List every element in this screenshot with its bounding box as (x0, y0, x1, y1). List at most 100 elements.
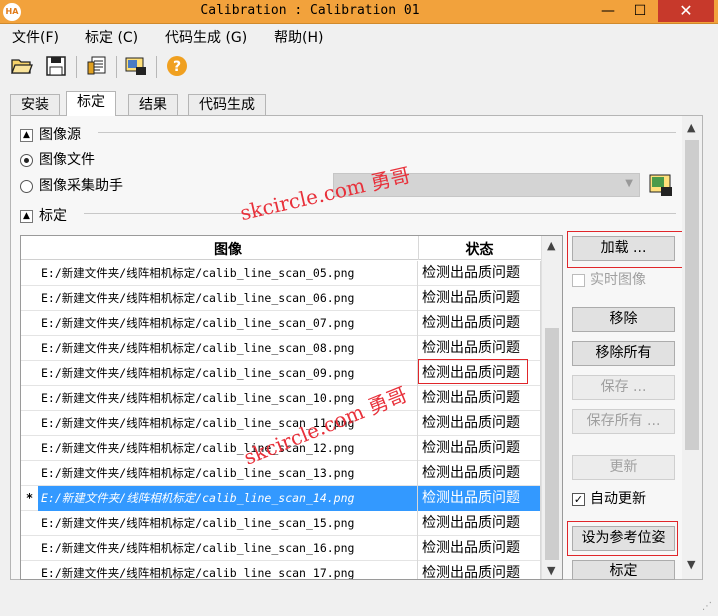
cell-status[interactable]: 检测出品质问题 (418, 436, 541, 461)
column-header-image[interactable]: 图像 (38, 239, 418, 259)
scroll-up-icon[interactable]: ▲ (547, 239, 555, 252)
acquisition-assistant-icon[interactable] (648, 172, 674, 198)
settings-list-icon[interactable] (85, 54, 109, 78)
menu-help[interactable]: 帮助(H) (274, 27, 323, 47)
radio-icon[interactable] (20, 179, 33, 193)
cell-image-path[interactable]: E:/新建文件夹/线阵相机标定/calib_line_scan_07.png (38, 311, 418, 336)
scrollbar-thumb[interactable] (685, 140, 699, 450)
cell-status[interactable]: 检测出品质问题 (418, 461, 541, 486)
cell-status[interactable]: 检测出品质问题 (418, 536, 541, 561)
cell-status[interactable]: 检测出品质问题 (418, 311, 541, 336)
minimize-button[interactable]: — (593, 0, 623, 22)
table-row[interactable]: E:/新建文件夹/线阵相机标定/calib_line_scan_16.png 检测… (21, 536, 541, 561)
cell-image-path[interactable]: E:/新建文件夹/线阵相机标定/calib_line_scan_17.png (38, 561, 418, 579)
menu-code-generation[interactable]: 代码生成 (G) (165, 27, 247, 47)
toolbar-separator (156, 56, 157, 78)
cell-image-path[interactable]: E:/新建文件夹/线阵相机标定/calib_line_scan_12.png (38, 436, 418, 461)
radio-image-file[interactable]: 图像文件 (20, 149, 95, 169)
table-row[interactable]: E:/新建文件夹/线阵相机标定/calib_line_scan_13.png 检测… (21, 461, 541, 486)
chevron-down-icon: ▼ (625, 178, 633, 189)
scrollbar-thumb[interactable] (545, 328, 559, 560)
cell-image-path[interactable]: E:/新建文件夹/线阵相机标定/calib_line_scan_15.png (38, 511, 418, 536)
calibrate-button[interactable]: 标定 (572, 560, 675, 580)
radio-image-assistant[interactable]: 图像采集助手 (20, 175, 123, 195)
image-source-header[interactable]: ▲ 图像源 (20, 124, 81, 144)
table-row[interactable]: E:/新建文件夹/线阵相机标定/calib_line_scan_05.png 检测… (21, 261, 541, 286)
tab-calibration[interactable]: 标定 (66, 91, 116, 116)
cell-status[interactable]: 检测出品质问题 (418, 386, 541, 411)
table-header: 图像 状态 (21, 236, 562, 260)
table-row[interactable]: E:/新建文件夹/线阵相机标定/calib_line_scan_10.png 检测… (21, 386, 541, 411)
cell-status[interactable]: 检测出品质问题 (418, 561, 541, 579)
highlight-box (418, 359, 528, 384)
cell-status[interactable]: 检测出品质问题 (418, 286, 541, 311)
calibration-header[interactable]: ▲ 标定 (20, 205, 67, 225)
close-button[interactable]: ✕ (658, 0, 714, 22)
menu-calibrate[interactable]: 标定 (C) (85, 27, 138, 47)
resize-grip-icon[interactable]: ⋰ (702, 601, 712, 612)
collapse-icon[interactable]: ▲ (20, 128, 33, 142)
table-row[interactable]: E:/新建文件夹/线阵相机标定/calib_line_scan_06.png 检测… (21, 286, 541, 311)
calibration-image-table[interactable]: 图像 状态 E:/新建文件夹/线阵相机标定/calib_line_scan_05… (20, 235, 563, 580)
column-header-status[interactable]: 状态 (418, 239, 541, 259)
panel-scrollbar[interactable]: ▲ ▼ (682, 116, 702, 579)
row-marker (21, 261, 38, 286)
tab-results[interactable]: 结果 (128, 94, 178, 116)
cell-image-path[interactable]: E:/新建文件夹/线阵相机标定/calib_line_scan_09.png (38, 361, 418, 386)
divider (98, 132, 676, 133)
toolbar-separator (76, 56, 77, 78)
remove-all-button[interactable]: 移除所有 (572, 341, 675, 366)
tab-install[interactable]: 安装 (10, 94, 60, 116)
table-row[interactable]: E:/新建文件夹/线阵相机标定/calib_line_scan_15.png 检测… (21, 511, 541, 536)
toolbar: ? (0, 48, 718, 86)
divider (84, 213, 676, 214)
scroll-up-icon[interactable]: ▲ (687, 121, 695, 134)
cell-status[interactable]: 检测出品质问题 (418, 511, 541, 536)
row-marker (21, 336, 38, 361)
cell-status[interactable]: 检测出品质问题 (418, 411, 541, 436)
open-folder-icon[interactable] (10, 54, 34, 78)
camera-capture-icon[interactable] (124, 54, 148, 78)
cell-image-path[interactable]: E:/新建文件夹/线阵相机标定/calib_line_scan_14.png (38, 486, 418, 511)
remove-button[interactable]: 移除 (572, 307, 675, 332)
table-scrollbar[interactable]: ▲ ▼ (541, 236, 562, 579)
cell-image-path[interactable]: E:/新建文件夹/线阵相机标定/calib_line_scan_08.png (38, 336, 418, 361)
scroll-down-icon[interactable]: ▼ (547, 564, 555, 577)
cell-status[interactable]: 检测出品质问题 (418, 336, 541, 361)
table-row[interactable]: E:/新建文件夹/线阵相机标定/calib_line_scan_17.png 检测… (21, 561, 541, 579)
cell-image-path[interactable]: E:/新建文件夹/线阵相机标定/calib_line_scan_06.png (38, 286, 418, 311)
checkbox-checked-icon[interactable]: ✓ (572, 492, 585, 506)
collapse-icon[interactable]: ▲ (20, 209, 33, 223)
row-marker (21, 286, 38, 311)
cell-image-path[interactable]: E:/新建文件夹/线阵相机标定/calib_line_scan_05.png (38, 261, 418, 286)
tab-code-generation[interactable]: 代码生成 (188, 94, 266, 116)
table-row[interactable]: E:/新建文件夹/线阵相机标定/calib_line_scan_07.png 检测… (21, 311, 541, 336)
row-marker (21, 386, 38, 411)
status-bar: ⋰ (0, 586, 718, 616)
save-button[interactable]: 保存 ... (572, 375, 675, 400)
auto-refresh-checkbox[interactable]: ✓ 自动更新 (572, 488, 646, 508)
window-title: Calibration : Calibration 01 (200, 3, 420, 18)
cell-image-path[interactable]: E:/新建文件夹/线阵相机标定/calib_line_scan_13.png (38, 461, 418, 486)
checkbox-icon[interactable] (572, 273, 585, 287)
live-image-checkbox[interactable]: 实时图像 (572, 269, 646, 289)
radio-icon[interactable] (20, 153, 33, 167)
table-row[interactable]: E:/新建文件夹/线阵相机标定/calib_line_scan_08.png 检测… (21, 336, 541, 361)
help-icon[interactable]: ? (165, 54, 189, 78)
row-marker (21, 511, 38, 536)
menu-file[interactable]: 文件(F) (12, 27, 59, 47)
refresh-button[interactable]: 更新 (572, 455, 675, 480)
cell-status[interactable]: 检测出品质问题 (418, 261, 541, 286)
cell-image-path[interactable]: E:/新建文件夹/线阵相机标定/calib_line_scan_16.png (38, 536, 418, 561)
row-marker (21, 311, 38, 336)
table-row[interactable]: * E:/新建文件夹/线阵相机标定/calib_line_scan_14.png 检… (21, 486, 541, 511)
scroll-down-icon[interactable]: ▼ (687, 558, 695, 571)
save-all-button[interactable]: 保存所有 ... (572, 409, 675, 434)
highlight-box (567, 231, 684, 268)
row-marker: * (26, 491, 33, 505)
save-icon[interactable] (44, 54, 68, 78)
toolbar-separator (116, 56, 117, 78)
cell-status[interactable]: 检测出品质问题 (418, 486, 541, 511)
title-bar[interactable]: HA Calibration : Calibration 01 — ☐ ✕ (0, 0, 718, 24)
maximize-button[interactable]: ☐ (624, 0, 656, 22)
